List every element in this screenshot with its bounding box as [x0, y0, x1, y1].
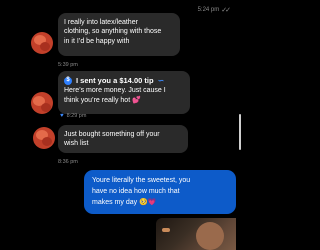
message-text-line: clothing, so anything with those: [64, 28, 162, 36]
tip-message[interactable]: $ I sent you a $14.00 tip ∽ Here’s more …: [58, 71, 190, 114]
message-text-line: makes my day 🥺💗: [92, 199, 157, 206]
message-text-line: I really into latex/leather: [64, 19, 138, 26]
message-timestamp: ♥ 8:29 pm: [60, 113, 86, 119]
message-text-line: Here’s more money. Just cause I: [64, 87, 166, 95]
message-text-line: Just bought something off your: [64, 131, 160, 138]
tip-coin-icon: $: [64, 76, 72, 85]
swirl-icon: ∽: [157, 76, 165, 85]
received-message[interactable]: I really into latex/leather clothing, so…: [58, 13, 180, 56]
tip-heart-icon: ♥: [60, 113, 64, 119]
photo-message[interactable]: [156, 218, 236, 250]
sender-avatar[interactable]: [31, 92, 53, 114]
message-text-line: think you’re really hot 💕: [64, 96, 141, 104]
message-text-line: wish list: [64, 140, 89, 148]
timestamp-text: 8:36 pm: [58, 159, 78, 165]
message-timestamp: 8:36 pm: [58, 159, 78, 165]
timestamp-text: 5:24 pm: [197, 7, 220, 13]
message-text-line: in it I’d be happy with: [64, 37, 130, 45]
sender-avatar[interactable]: [31, 32, 53, 54]
message-timestamp: 5:39 pm: [58, 62, 78, 68]
chat-thread: 5:24 pm ✓✓ I really into latex/leather c…: [0, 0, 250, 250]
sent-message[interactable]: Youre literally the sweetest, you have n…: [84, 170, 236, 214]
message-timestamp: 5:24 pm ✓✓: [197, 6, 231, 14]
timestamp-text: 5:39 pm: [58, 62, 78, 68]
sender-avatar[interactable]: [33, 127, 55, 149]
message-text-line: Youre literally the sweetest, you: [92, 177, 191, 184]
scrollbar[interactable]: [239, 114, 241, 150]
tip-title: I sent you a $14.00 tip: [76, 76, 154, 85]
tip-header: $ I sent you a $14.00 tip ∽: [64, 76, 184, 85]
message-text-line: have no idea how much that: [92, 188, 180, 195]
received-message[interactable]: Just bought something off your wish list: [58, 125, 188, 153]
read-receipt-icon: ✓✓: [221, 7, 231, 14]
photo-content: [196, 222, 224, 250]
timestamp-text: 8:29 pm: [66, 113, 87, 119]
photo-content: [162, 228, 170, 232]
